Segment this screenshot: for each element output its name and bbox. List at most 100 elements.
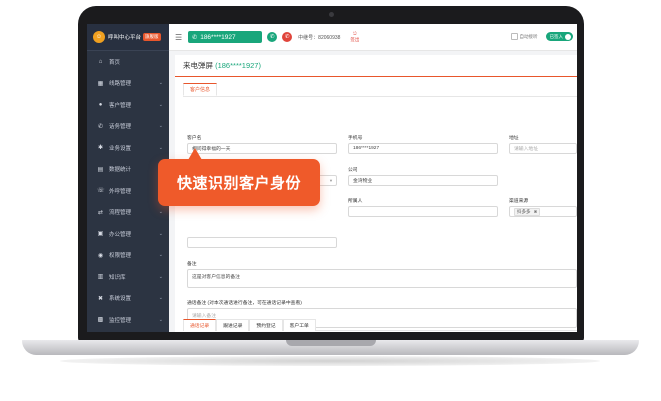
chevron-down-icon: ⌄ bbox=[158, 295, 163, 302]
chevron-down-icon: ▼ bbox=[329, 178, 333, 183]
sidebar-item-1[interactable]: ⌂ 首页 bbox=[87, 51, 169, 73]
tab-follow-records[interactable]: 跟进记录 bbox=[216, 319, 250, 331]
auto-answer-label: 自动接听 bbox=[519, 33, 538, 39]
sidebar-item-4[interactable]: ✆ 话务管理 ⌄ bbox=[87, 116, 169, 138]
checkout-button[interactable]: ⎋ 签出 bbox=[350, 31, 359, 43]
channel-tag[interactable]: 抖多多 ⊗ bbox=[514, 207, 541, 216]
sidebar-item-label: 监控管理 bbox=[109, 317, 132, 324]
caller-title: 来电弹屏 (186****1927) bbox=[183, 60, 261, 71]
sidebar-item-label: 线路管理 bbox=[109, 81, 132, 88]
chevron-down-icon: ⌄ bbox=[158, 123, 163, 130]
logo-icon: ☺ bbox=[93, 31, 105, 43]
sidebar-item-11[interactable]: ▥ 知识库 ⌄ bbox=[87, 266, 169, 288]
owner-label: 所属人 bbox=[348, 199, 363, 204]
permission-icon: ◉ bbox=[97, 252, 104, 259]
office-icon: ▣ bbox=[97, 231, 104, 238]
company-label: 公司 bbox=[348, 168, 358, 173]
sidebar-nav: ⌂首页▦线路管理⌄●客户管理⌄✆话务管理⌄✱业务设置⌄▤数据统计⌄☏外呼管理⌄⇄… bbox=[87, 51, 169, 331]
sidebar-item-label: 系统设置 bbox=[109, 296, 132, 303]
phone-icon: ✆ bbox=[192, 34, 198, 41]
settings-icon: ✱ bbox=[97, 145, 104, 152]
stats-icon: ▤ bbox=[97, 166, 104, 173]
sidebar-item-label: 知识库 bbox=[109, 274, 126, 281]
customer-name-field[interactable]: 相问得幸福的一天 bbox=[187, 143, 337, 154]
app-logo[interactable]: ☺ 呼叫中心平台 旗舰版 bbox=[87, 24, 169, 51]
sidebar-item-6[interactable]: ▤数据统计⌄ bbox=[87, 159, 169, 181]
chevron-down-icon: ⌄ bbox=[158, 80, 163, 87]
sidebar-item-7[interactable]: ☏外呼管理⌄ bbox=[87, 180, 169, 202]
remark-textarea[interactable]: 这是对客户信息的备注 bbox=[187, 269, 577, 288]
logo-badge: 旗舰版 bbox=[143, 33, 161, 41]
call-remark-label: 通话备注 (对本次通话进行备注，可在通话记录中查看) bbox=[187, 301, 302, 306]
phone-number-display[interactable]: ✆ 186****1927 bbox=[188, 31, 263, 43]
feature-callout: 快速识别客户身份 bbox=[158, 159, 320, 206]
sidebar-item-13[interactable]: ▩ 监控管理 ⌄ bbox=[87, 309, 169, 331]
remark-label: 备注 bbox=[187, 262, 197, 267]
tab-customer-info[interactable]: 客户信息 bbox=[183, 83, 217, 96]
sidebar-item-10[interactable]: ◉ 权限管理 ⌄ bbox=[87, 245, 169, 267]
toggle-knob bbox=[565, 33, 571, 40]
status-toggle[interactable]: 已签入 bbox=[545, 32, 573, 41]
sidebar-item-label: 权限管理 bbox=[109, 253, 132, 260]
sidebar-item-3[interactable]: ● 客户管理 ⌄ bbox=[87, 94, 169, 116]
customer-name-label: 客户名 bbox=[187, 136, 202, 141]
channel-select[interactable]: 抖多多 ⊗ bbox=[509, 206, 577, 217]
channel-tag-label: 抖多多 bbox=[517, 208, 531, 214]
chevron-down-icon: ⌄ bbox=[158, 230, 163, 237]
sidebar-item-label: 外呼管理 bbox=[109, 188, 132, 195]
sidebar-item-label: 客户管理 bbox=[109, 102, 132, 109]
auto-answer-checkbox[interactable] bbox=[510, 33, 518, 40]
outbound-icon: ☏ bbox=[97, 188, 105, 195]
topbar: ☰ ✆ 186****1927 ✆ ✆ 中继号：82060938 ⎋ 签出 自动… bbox=[169, 24, 577, 51]
menu-toggle-icon[interactable]: ☰ bbox=[175, 33, 182, 42]
chevron-down-icon: ⌄ bbox=[158, 101, 163, 108]
chevron-down-icon: ⌄ bbox=[158, 273, 163, 280]
sidebar-item-label: 业务设置 bbox=[109, 145, 132, 152]
hangup-button[interactable]: ✆ bbox=[282, 32, 293, 42]
tab-call-records[interactable]: 通话记录 bbox=[183, 319, 217, 331]
sidebar-item-12[interactable]: ✖ 系统设置 ⌄ bbox=[87, 288, 169, 310]
laptop-shadow bbox=[60, 356, 600, 366]
phone-number: 186****1927 bbox=[200, 33, 236, 41]
sidebar-item-label: 数据统计 bbox=[109, 167, 132, 174]
sidebar-item-label: 首页 bbox=[109, 59, 121, 66]
address-field[interactable]: 请输入地址 bbox=[509, 143, 577, 154]
close-icon[interactable]: ⊗ bbox=[534, 209, 538, 215]
home-icon: ⌂ bbox=[98, 58, 103, 65]
phone-icon: ✆ bbox=[97, 123, 104, 130]
sidebar: ☺ 呼叫中心平台 旗舰版 ⌂ 首页 ▦ 线路管理 ⌄ ● 客户管理 ⌄ ✆ 话务管理 ⌄ ✱ 业务设置 ⌄… bbox=[87, 24, 169, 332]
camera-dot bbox=[329, 12, 334, 17]
monitor-icon: ▩ bbox=[97, 317, 104, 324]
sidebar-item-8[interactable]: ⇄ 流程管理 ⌄ bbox=[87, 202, 169, 224]
mobile-label: 手机号 bbox=[348, 136, 363, 141]
checkout-label: 签出 bbox=[350, 37, 360, 42]
line-number: 中继号：82060938 bbox=[298, 34, 341, 41]
line-icon: ▦ bbox=[97, 80, 104, 87]
channel-label: 渠道来源 bbox=[509, 199, 529, 204]
sidebar-item-label: 办公管理 bbox=[109, 231, 132, 238]
sidebar-item-5[interactable]: ✱ 业务设置 ⌄ bbox=[87, 137, 169, 159]
chevron-down-icon: ⌄ bbox=[158, 209, 163, 216]
user-icon: ● bbox=[98, 101, 103, 108]
tab-work-orders[interactable]: 客户工单 bbox=[282, 319, 316, 331]
dial-button[interactable]: ✆ bbox=[267, 32, 278, 42]
record-tabs: 通话记录 跟进记录 预约登记 客户工单 bbox=[183, 319, 577, 331]
mobile-field[interactable]: 186****1927 bbox=[348, 143, 498, 154]
company-field[interactable]: 金湾物业 bbox=[348, 175, 498, 186]
logo-text: 呼叫中心平台 bbox=[108, 35, 142, 41]
header-divider bbox=[175, 76, 577, 77]
caller-number: (186****1927) bbox=[215, 61, 261, 70]
info-tabs: 客户信息 bbox=[183, 83, 577, 97]
sidebar-item-2[interactable]: ▦ 线路管理 ⌄ bbox=[87, 73, 169, 95]
laptop-notch bbox=[286, 340, 376, 346]
topbar-right-tools: 自动接听 已签入 bbox=[510, 32, 573, 41]
sidebar-item-label: 话务管理 bbox=[109, 124, 132, 131]
owner-field[interactable] bbox=[348, 206, 498, 217]
chevron-down-icon: ⌄ bbox=[158, 144, 163, 151]
flow-icon: ⇄ bbox=[97, 209, 104, 216]
chevron-down-icon: ⌄ bbox=[158, 252, 163, 259]
extra-field[interactable] bbox=[187, 237, 337, 248]
sidebar-item-9[interactable]: ▣ 办公管理 ⌄ bbox=[87, 223, 169, 245]
sidebar-item-label: 流程管理 bbox=[109, 210, 132, 217]
tab-appointment[interactable]: 预约登记 bbox=[249, 319, 283, 331]
